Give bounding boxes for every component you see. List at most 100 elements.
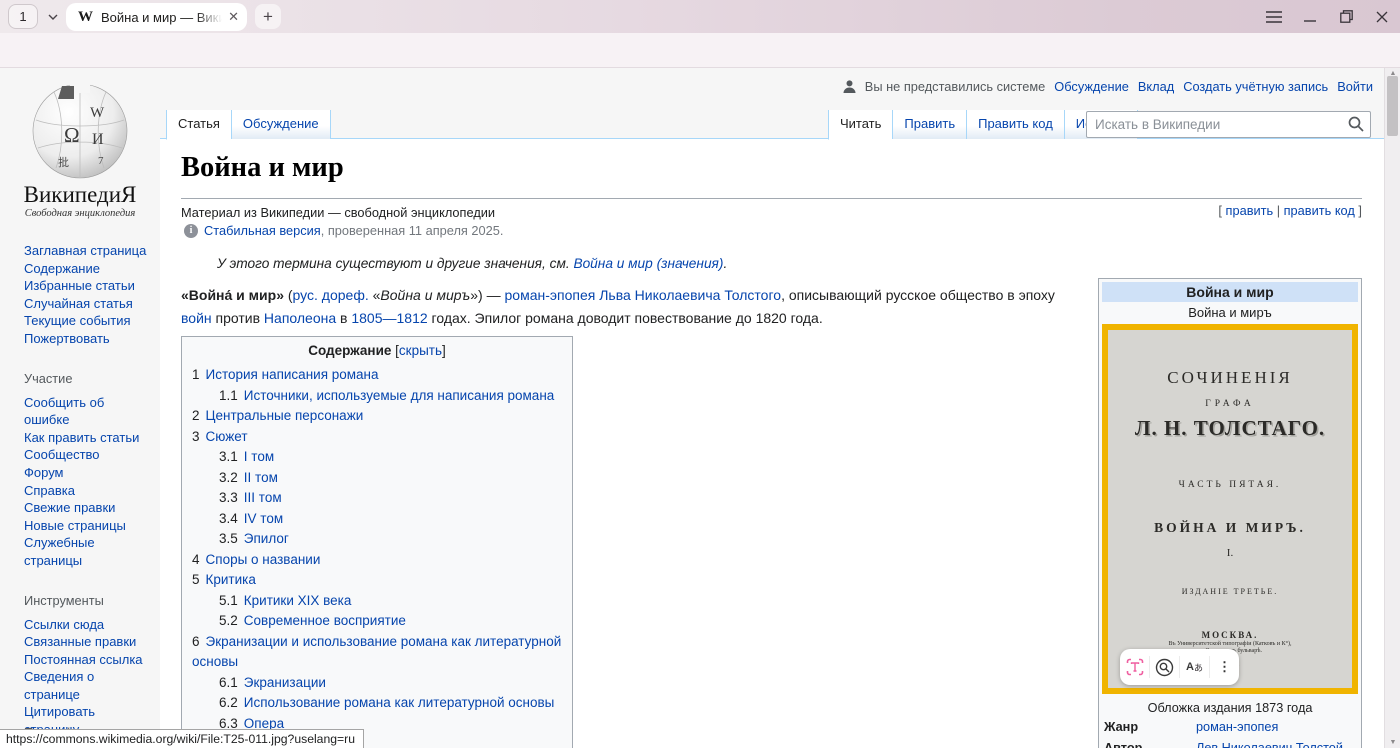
sidebar-item[interactable]: Ссылки сюда bbox=[24, 616, 152, 634]
sidebar-item[interactable]: Служебные страницы bbox=[24, 534, 152, 569]
toc-link[interactable]: Экранизации bbox=[244, 675, 326, 690]
toc-item[interactable]: 5.2Современное восприятие bbox=[182, 611, 572, 632]
toc-link[interactable]: Центральные персонажи bbox=[206, 408, 364, 423]
stable-version-line: i Стабильная версия, проверенная 11 апре… bbox=[184, 223, 503, 238]
toc-link[interactable]: Критика bbox=[206, 572, 256, 587]
sidebar-item[interactable]: Как править статьи bbox=[24, 429, 152, 447]
toc-item[interactable]: 3.1I том bbox=[182, 447, 572, 468]
browser-tab-bar: 1 W Война и мир — Википе ✕ + bbox=[0, 0, 1400, 33]
tab-close-icon[interactable]: ✕ bbox=[228, 9, 239, 25]
window-restore-button[interactable] bbox=[1328, 0, 1364, 33]
infobox-row-value-link[interactable]: роман-эпопея bbox=[1188, 719, 1358, 736]
ocr-text-icon[interactable] bbox=[1120, 649, 1149, 685]
browser-menu-icon[interactable] bbox=[1256, 0, 1292, 33]
toc-link[interactable]: Использование романа как литературной ос… bbox=[244, 695, 555, 710]
toc-item[interactable]: 2Центральные персонажи bbox=[182, 406, 572, 427]
view-tab[interactable]: Читать bbox=[828, 110, 892, 140]
sidebar-item[interactable]: Пожертвовать bbox=[24, 330, 152, 348]
tabs-bottom-border bbox=[160, 138, 1384, 139]
toc-item[interactable]: 6Экранизации и использование романа как … bbox=[182, 632, 572, 673]
inline-link[interactable]: войн bbox=[181, 310, 212, 326]
toc-link[interactable]: IV том bbox=[244, 511, 283, 526]
text-segment: , описывающий русское общество в эпоху bbox=[781, 287, 1055, 303]
toc-item[interactable]: 3.3III том bbox=[182, 488, 572, 509]
toc-link[interactable]: История написания романа bbox=[206, 367, 379, 382]
toc-link[interactable]: III том bbox=[244, 490, 282, 505]
sidebar-item[interactable]: Новые страницы bbox=[24, 517, 152, 535]
browser-tab-active[interactable]: W Война и мир — Википе ✕ bbox=[66, 3, 247, 31]
sidebar-item[interactable]: Свежие правки bbox=[24, 499, 152, 517]
sidebar-item[interactable]: Справка bbox=[24, 482, 152, 500]
toc-item[interactable]: 5Критика bbox=[182, 570, 572, 591]
toc-item[interactable]: 4Споры о названии bbox=[182, 550, 572, 571]
svg-text:W: W bbox=[90, 105, 105, 121]
tab-counter-button[interactable]: 1 bbox=[8, 4, 38, 29]
toc-link[interactable]: Критики XIX века bbox=[244, 593, 352, 608]
stable-version-link[interactable]: Стабильная версия bbox=[204, 223, 321, 238]
infobox-row-value-link[interactable]: Лев Николаевич Толстой bbox=[1188, 740, 1358, 748]
toc-item[interactable]: 6.2Использование романа как литературной… bbox=[182, 693, 572, 714]
tab-article[interactable]: Статья bbox=[166, 110, 231, 140]
scroll-down-icon[interactable]: ▼ bbox=[1385, 739, 1400, 746]
sidebar-item[interactable]: Сообщить об ошибке bbox=[24, 394, 152, 429]
sidebar-item[interactable]: Связанные правки bbox=[24, 633, 152, 651]
toc-link[interactable]: Споры о названии bbox=[206, 552, 321, 567]
toc-link[interactable]: I том bbox=[244, 449, 274, 464]
personal-link[interactable]: Войти bbox=[1337, 79, 1373, 94]
toc-item[interactable]: 6.1Экранизации bbox=[182, 673, 572, 694]
view-tab[interactable]: Править bbox=[892, 110, 966, 139]
personal-link[interactable]: Создать учётную запись bbox=[1183, 79, 1328, 94]
inline-link[interactable]: 1805—1812 bbox=[351, 310, 427, 326]
text-segment: « bbox=[369, 287, 381, 303]
book-cover-image[interactable]: СОЧИНЕНІЯГРАФАЛ. Н. ТОЛСТАГО.ЧАСТЬ ПЯТАЯ… bbox=[1102, 324, 1358, 694]
edit-code-link[interactable]: править код bbox=[1284, 203, 1355, 218]
image-search-icon[interactable] bbox=[1150, 649, 1179, 685]
toc-link[interactable]: II том bbox=[244, 470, 278, 485]
sidebar-item[interactable]: Форум bbox=[24, 464, 152, 482]
tab-talk[interactable]: Обсуждение bbox=[231, 110, 331, 139]
inline-link[interactable]: рус. дореф. bbox=[293, 287, 369, 303]
window-close-button[interactable] bbox=[1364, 0, 1400, 33]
inline-link[interactable]: Война и мир (значения) bbox=[573, 256, 723, 271]
more-options-icon[interactable]: ⋮ bbox=[1210, 649, 1239, 685]
new-tab-button[interactable]: + bbox=[255, 4, 281, 29]
browser-toolbar: Я ru.wikipedia.org Война и мир — Википед… bbox=[0, 33, 1400, 68]
toc-item[interactable]: 3.2II том bbox=[182, 468, 572, 489]
edit-link[interactable]: править bbox=[1226, 203, 1274, 218]
page-scrollbar[interactable]: ▲ ▼ bbox=[1384, 68, 1400, 748]
toc-item[interactable]: 3.5Эпилог bbox=[182, 529, 572, 550]
toc-hide-link[interactable]: скрыть bbox=[399, 343, 442, 358]
toc-item[interactable]: 3.4IV том bbox=[182, 509, 572, 530]
search-input[interactable] bbox=[1086, 111, 1371, 138]
sidebar-item[interactable]: Случайная статья bbox=[24, 295, 152, 313]
toc-item[interactable]: 1.1Источники, используемые для написания… bbox=[182, 386, 572, 407]
inline-link[interactable]: Наполеона bbox=[264, 310, 336, 326]
toc-link[interactable]: Сюжет bbox=[206, 429, 248, 444]
sidebar-item[interactable]: Содержание bbox=[24, 260, 152, 278]
info-icon: i bbox=[184, 224, 198, 238]
sidebar-item[interactable]: Текущие события bbox=[24, 312, 152, 330]
toc-link[interactable]: Источники, используемые для написания ро… bbox=[244, 388, 555, 403]
toc-link[interactable]: Современное восприятие bbox=[244, 613, 406, 628]
personal-link[interactable]: Вклад bbox=[1138, 79, 1174, 94]
scrollbar-thumb[interactable] bbox=[1387, 76, 1398, 136]
toc-link[interactable]: Экранизации и использование романа как л… bbox=[192, 634, 561, 670]
inline-link[interactable]: роман-эпопея Льва Николаевича Толстого bbox=[505, 287, 782, 303]
window-minimize-button[interactable] bbox=[1292, 0, 1328, 33]
wikipedia-logo[interactable]: Ω W И 批 7 ВикипедиЯ Свободная энциклопед… bbox=[0, 80, 160, 219]
toc-item[interactable]: 5.1Критики XIX века bbox=[182, 591, 572, 612]
sidebar-item[interactable]: Постоянная ссылка bbox=[24, 651, 152, 669]
not-logged-in-text: Вы не представились системе bbox=[865, 79, 1046, 94]
sidebar-item[interactable]: Сообщество bbox=[24, 446, 152, 464]
translate-image-icon[interactable]: Aあ bbox=[1180, 649, 1209, 685]
sidebar-item[interactable]: Сведения о странице bbox=[24, 668, 152, 703]
toc-link[interactable]: Эпилог bbox=[244, 531, 289, 546]
sidebar-item[interactable]: Избранные статьи bbox=[24, 277, 152, 295]
toc-item[interactable]: 1История написания романа bbox=[182, 365, 572, 386]
personal-link[interactable]: Обсуждение bbox=[1054, 79, 1129, 94]
view-tab[interactable]: Править код bbox=[966, 110, 1064, 139]
toc-item[interactable]: 3Сюжет bbox=[182, 427, 572, 448]
sidebar-item[interactable]: Заглавная страница bbox=[24, 242, 152, 260]
search-icon[interactable] bbox=[1348, 116, 1364, 132]
chevron-down-icon[interactable] bbox=[42, 4, 64, 29]
